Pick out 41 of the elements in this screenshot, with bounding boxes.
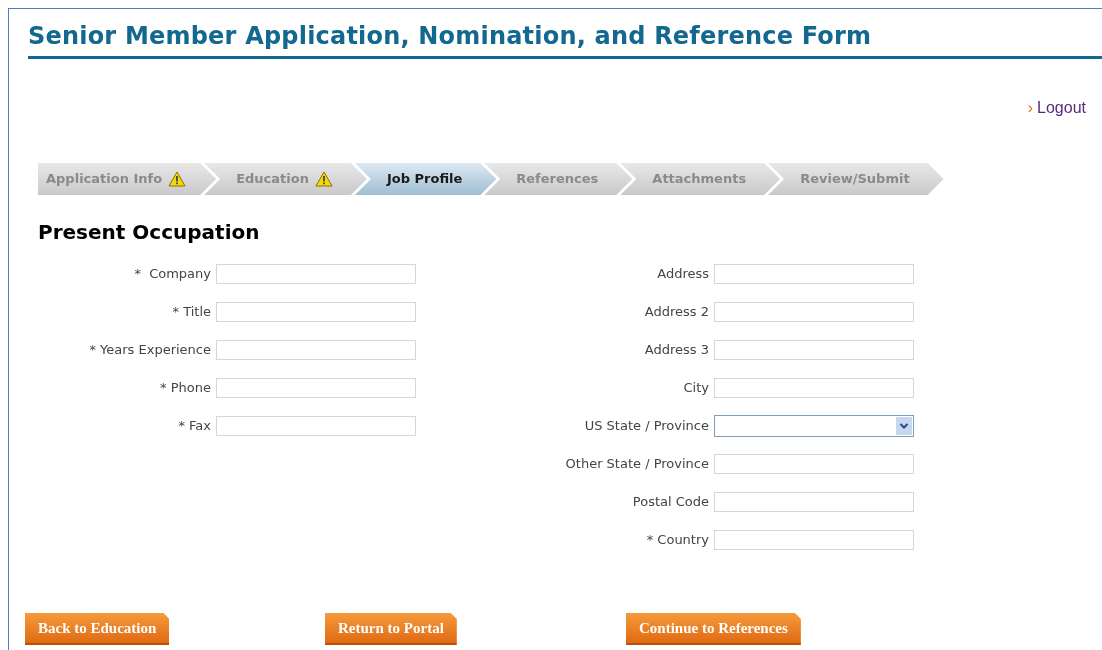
field-label: Address 2	[643, 303, 709, 322]
input-field[interactable]	[714, 340, 914, 360]
input-field[interactable]	[216, 378, 416, 398]
nav-button[interactable]: Continue to References	[626, 613, 801, 645]
step-tab[interactable]: References	[484, 163, 633, 195]
step-tab[interactable]: Attachments	[620, 163, 781, 195]
nav-button[interactable]: Back to Education	[25, 613, 170, 645]
dropdown[interactable]	[714, 415, 914, 437]
input-field[interactable]	[216, 340, 416, 360]
logout-link[interactable]: › Logout	[1027, 96, 1086, 120]
field-label: * Years Experience	[88, 341, 211, 360]
page-title: Senior Member Application, Nomination, and Reference Form	[28, 20, 1102, 59]
input-field[interactable]	[714, 454, 914, 474]
chevron-down-icon[interactable]	[896, 417, 912, 435]
step-tab[interactable]: Application Info	[38, 163, 217, 195]
warning-icon	[168, 171, 187, 187]
warning-icon	[314, 171, 333, 187]
nav-button[interactable]: Return to Portal	[325, 613, 457, 645]
field-label: US State / Province	[583, 417, 709, 436]
section-heading: Present Occupation	[38, 219, 261, 245]
field-label: City	[682, 379, 709, 398]
field-label: Postal Code	[631, 493, 709, 512]
input-field[interactable]	[714, 492, 914, 512]
input-field[interactable]	[216, 302, 416, 322]
field-label: * Title	[171, 303, 211, 322]
input-field[interactable]	[714, 378, 914, 398]
field-label: Address 3	[643, 341, 709, 360]
field-label: Address	[656, 265, 709, 284]
field-label: * Fax	[177, 417, 211, 436]
input-field[interactable]	[216, 416, 416, 436]
field-label: * Country	[645, 531, 709, 550]
step-tab[interactable]: Education	[204, 163, 367, 195]
step-tab[interactable]: Job Profile	[354, 163, 497, 195]
input-field[interactable]	[216, 264, 416, 284]
field-label: * Phone	[159, 379, 211, 398]
field-label: * Company	[133, 265, 211, 284]
field-label: Other State / Province	[564, 455, 709, 474]
input-field[interactable]	[714, 530, 914, 550]
input-field[interactable]	[714, 264, 914, 284]
input-field[interactable]	[714, 302, 914, 322]
step-tab[interactable]: Review/Submit	[768, 163, 944, 195]
